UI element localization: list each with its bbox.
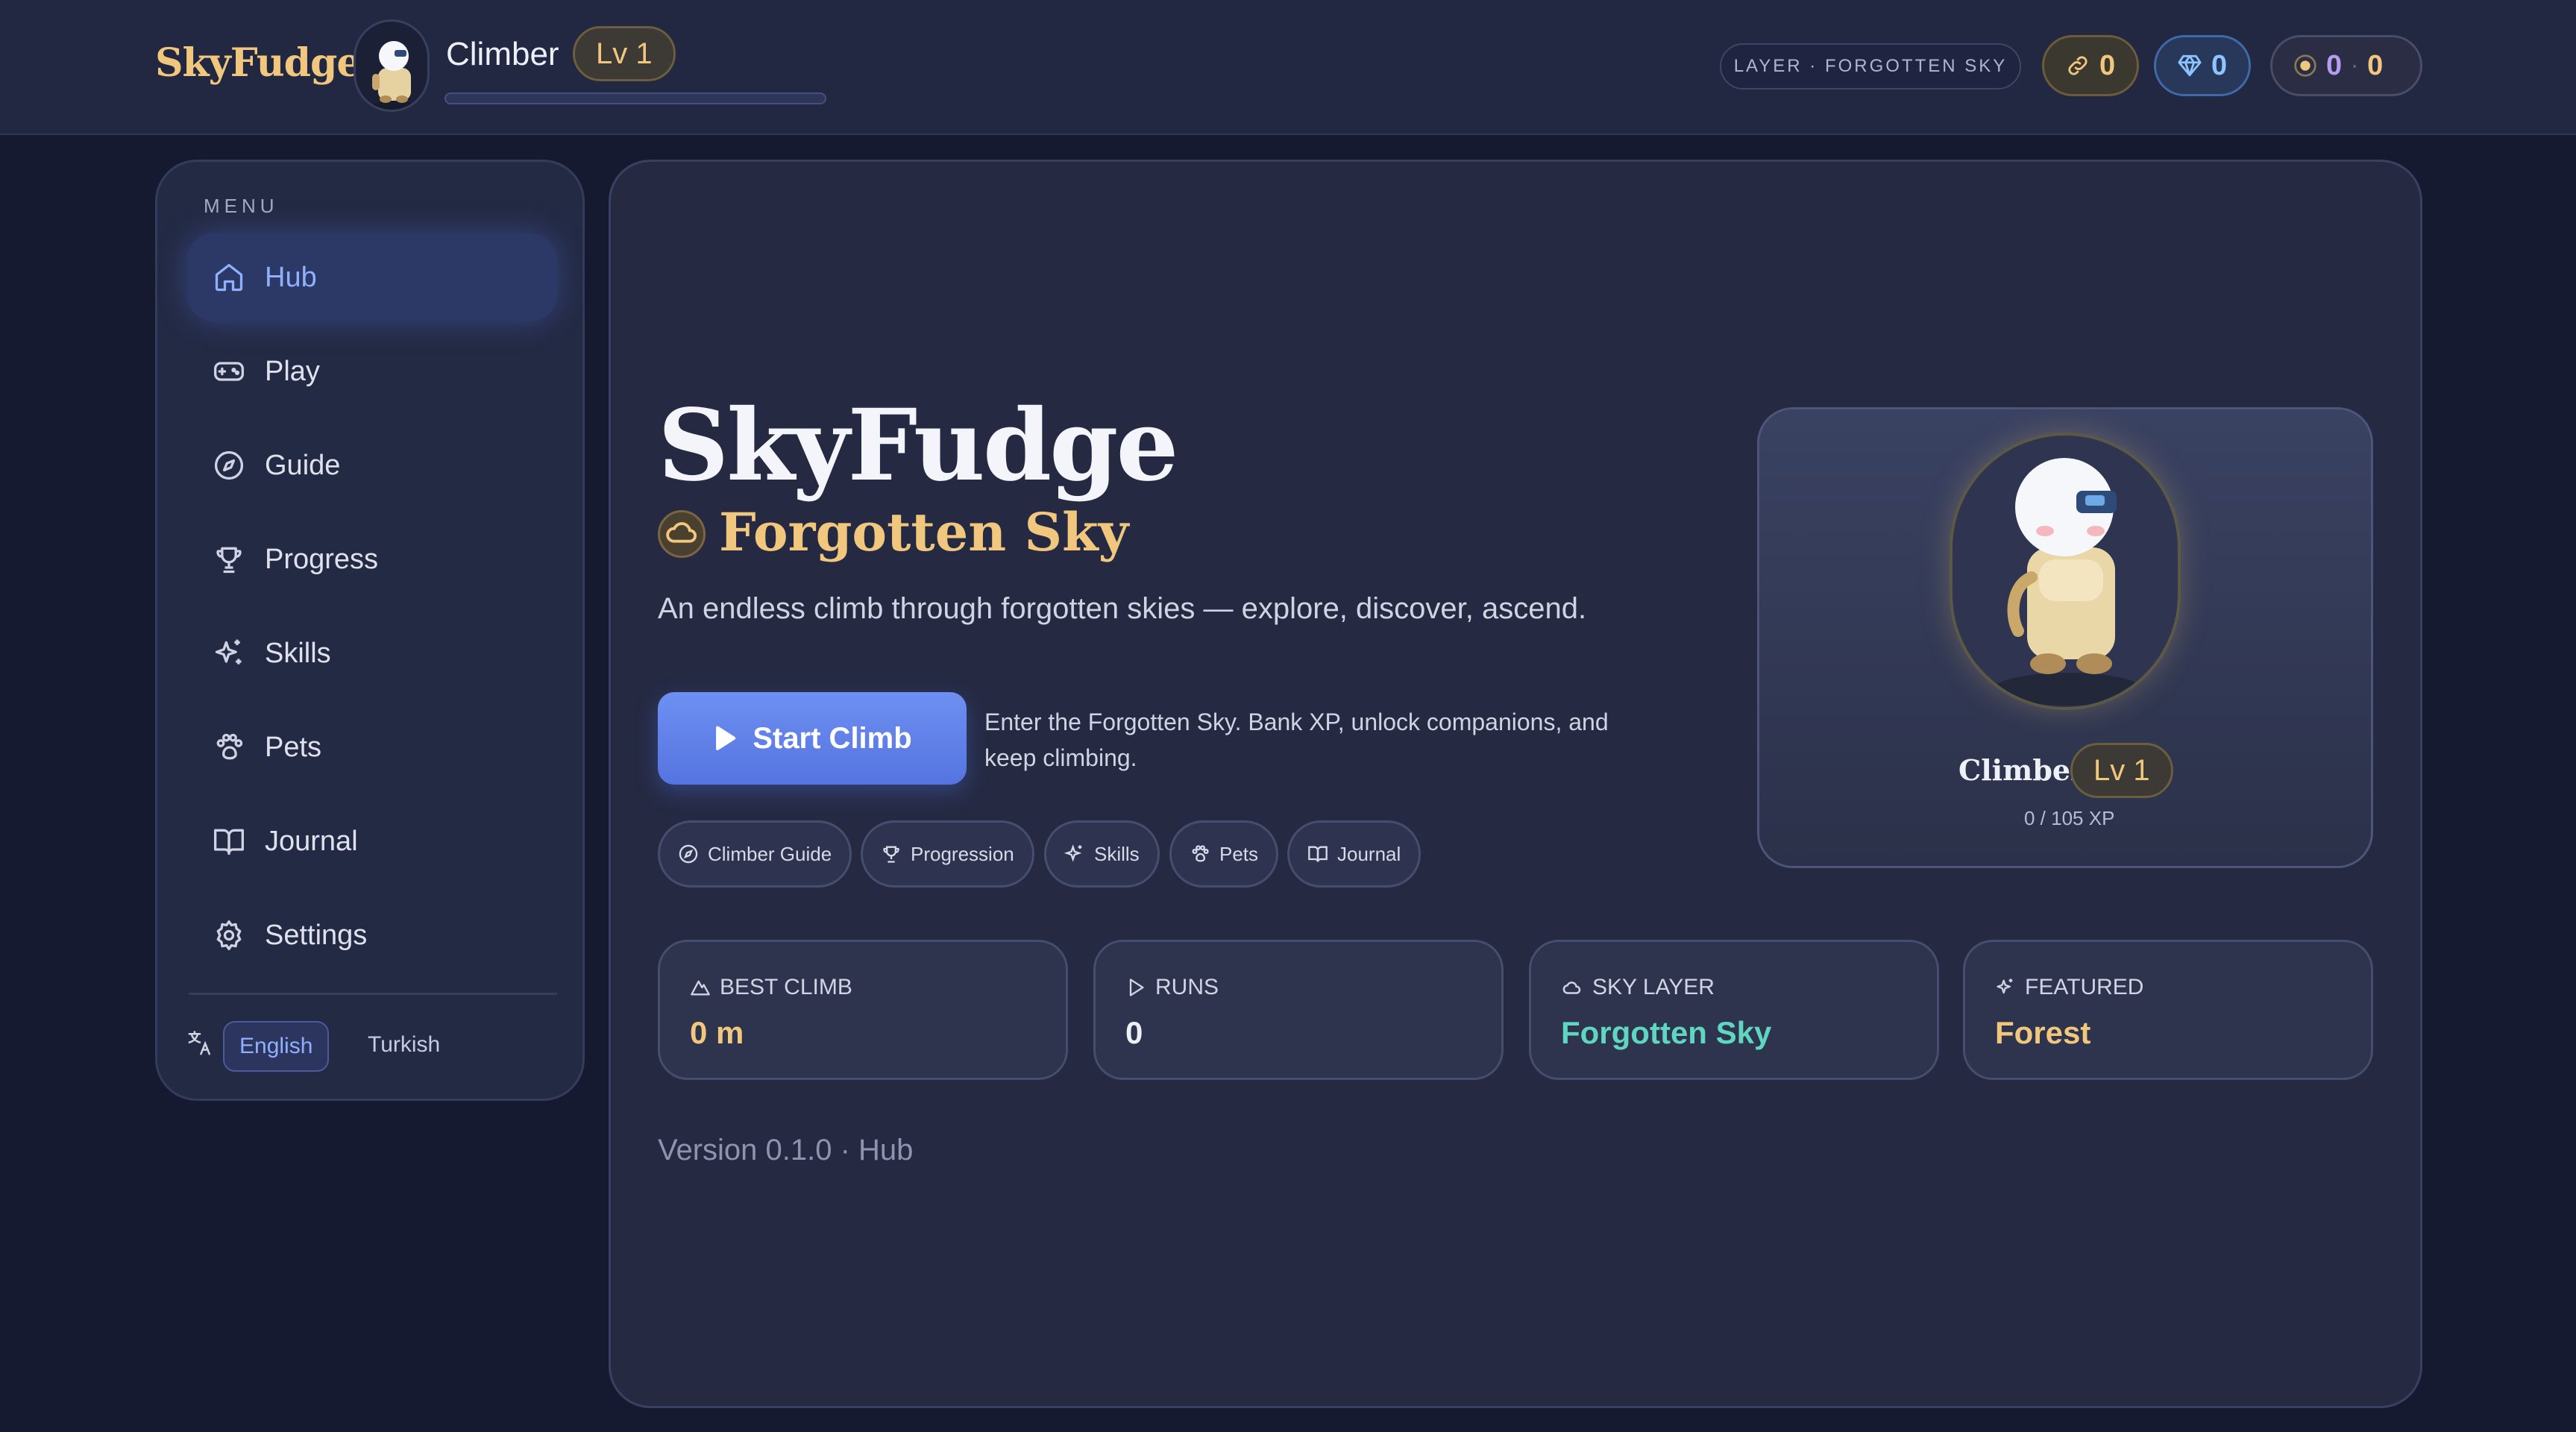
quick-link-label: Skills (1094, 842, 1140, 865)
quick-link-pets[interactable]: Pets (1169, 820, 1279, 888)
sidebar: MENU Hub Play Guide Progress Skills Pets… (155, 160, 585, 1101)
brand-logo[interactable]: SkyFudge (155, 40, 361, 86)
sidebar-item-label: Pets (265, 731, 322, 763)
character-name: Climber (1958, 753, 2086, 787)
player-level-badge: Lv 1 (573, 26, 676, 81)
sidebar-item-label: Play (265, 355, 320, 387)
gear-icon (216, 920, 242, 950)
character-level-badge: Lv 1 (2070, 743, 2173, 798)
sidebar-item-label: Skills (265, 637, 331, 669)
stat-value: 0 (1125, 1015, 1143, 1050)
character-portrait (1950, 433, 2181, 710)
gems-counter[interactable]: 0 (2154, 35, 2251, 96)
cloud-badge (658, 510, 706, 558)
sidebar-item-journal[interactable]: Journal (187, 797, 557, 885)
quick-link-journal[interactable]: Journal (1287, 820, 1421, 888)
sidebar-item-label: Guide (265, 449, 341, 481)
stat-value: Forgotten Sky (1561, 1015, 1772, 1050)
cloud-icon (666, 522, 697, 543)
quick-link-skills[interactable]: Skills (1044, 820, 1160, 888)
stat-value: Forest (1995, 1015, 2091, 1050)
quick-link-climber-guide[interactable]: Climber Guide (658, 820, 852, 888)
stat-label: FEATURED (2025, 975, 2144, 999)
translate-icon (188, 1031, 211, 1055)
sidebar-item-label: Hub (265, 261, 317, 293)
link-icon (2068, 56, 2087, 75)
sidebar-item-skills[interactable]: Skills (187, 609, 557, 697)
paw-icon (1192, 845, 1209, 862)
diamond-icon (2178, 54, 2202, 77)
book-icon (1308, 846, 1328, 862)
sidebar-item-label: Progress (265, 543, 379, 575)
language-turkish-button[interactable]: Turkish (353, 1021, 455, 1072)
character-xp-text: 0 / 105 XP (2024, 807, 2115, 829)
trophy-icon (883, 846, 899, 863)
cloud-icon (1562, 982, 1581, 994)
sparkles-icon (1064, 844, 1082, 862)
player-avatar[interactable] (354, 19, 430, 112)
hero-tagline: An endless climb through forgotten skies… (658, 592, 1587, 625)
mountain-icon (691, 980, 710, 996)
sparkles-icon (215, 639, 242, 665)
coins-count-a: 0 (2326, 49, 2343, 81)
version-text: Version 0.1.0 · Hub (658, 1134, 914, 1166)
compass-icon (214, 450, 244, 480)
coins-count-b: 0 (2367, 49, 2384, 81)
quick-link-progression[interactable]: Progression (861, 820, 1034, 888)
coins-counter[interactable]: 0 · 0 (2270, 35, 2422, 96)
home-icon (215, 263, 243, 292)
links-counter[interactable]: 0 (2042, 35, 2139, 96)
player-name: Climber (446, 36, 559, 72)
language-english-button[interactable]: English (223, 1021, 330, 1072)
sidebar-item-progress[interactable]: Progress (187, 515, 557, 603)
stat-label: SKY LAYER (1592, 975, 1715, 999)
links-count: 0 (2099, 49, 2116, 81)
book-icon (214, 829, 244, 855)
start-climb-button[interactable]: Start Climb (658, 692, 967, 785)
stat-featured: FEATURED Forest (1963, 940, 2373, 1080)
hero-subtitle: Forgotten Sky (719, 501, 1129, 563)
quick-link-label: Progression (911, 842, 1014, 865)
stat-sky-layer: SKY LAYER Forgotten Sky (1529, 940, 1939, 1080)
stat-value: 0 m (690, 1015, 744, 1050)
gems-count: 0 (2211, 49, 2228, 81)
sidebar-item-settings[interactable]: Settings (187, 891, 557, 979)
start-hint: Enter the Forgotten Sky. Bank XP, unlock… (984, 709, 1609, 771)
play-icon (1129, 979, 1144, 996)
quick-link-label: Pets (1219, 842, 1259, 865)
stat-runs: RUNS 0 (1093, 940, 1504, 1080)
gamepad-icon (214, 362, 244, 381)
trophy-icon (216, 547, 242, 574)
paw-icon (216, 733, 243, 760)
sidebar-divider (189, 993, 557, 995)
sidebar-item-play[interactable]: Play (187, 327, 557, 415)
hero-title: SkyFudge (658, 388, 1178, 503)
quick-link-label: Journal (1337, 842, 1401, 865)
menu-label: MENU (204, 195, 279, 217)
start-climb-label: Start Climb (753, 721, 912, 755)
sidebar-item-guide[interactable]: Guide (187, 421, 557, 509)
sidebar-item-hub[interactable]: Hub (187, 233, 557, 321)
coin-icon (2294, 54, 2316, 77)
stat-best-climb: BEST CLIMB 0 m (658, 940, 1068, 1080)
compass-icon (679, 844, 698, 864)
sidebar-item-label: Settings (265, 919, 368, 951)
top-bar: SkyFudge Climber Lv 1 LAYER · FORGOTTEN … (0, 0, 2576, 135)
player-xp-bar (444, 92, 826, 104)
layer-indicator: LAYER · FORGOTTEN SKY (1720, 43, 2021, 90)
sidebar-item-pets[interactable]: Pets (187, 703, 557, 791)
sparkles-icon (1997, 979, 2013, 994)
sidebar-item-label: Journal (265, 825, 358, 857)
play-icon (716, 726, 736, 750)
stat-label: RUNS (1155, 975, 1219, 999)
coins-separator: · (2351, 53, 2359, 78)
quick-link-label: Climber Guide (708, 842, 832, 865)
stat-label: BEST CLIMB (720, 975, 852, 999)
